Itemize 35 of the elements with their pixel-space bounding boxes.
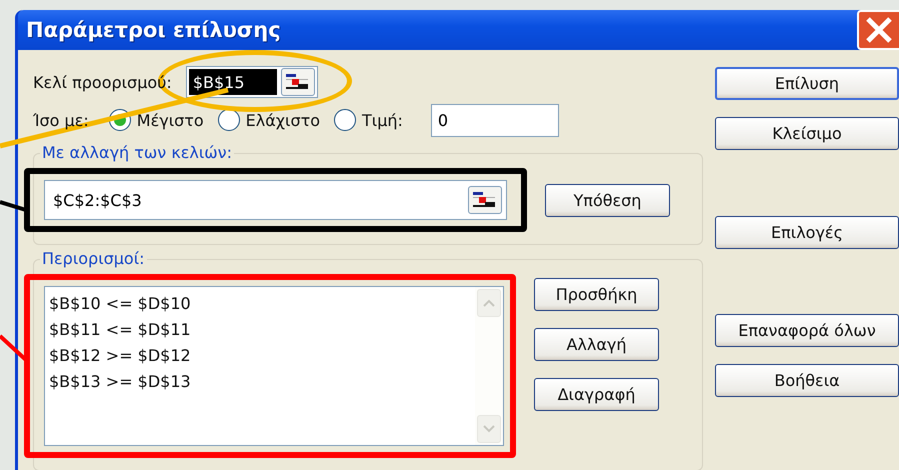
range-select-button[interactable] (280, 68, 315, 96)
equal-to-label: Ίσο με: (33, 110, 89, 130)
constraint-item[interactable]: $B$13 >= $D$13 (49, 369, 475, 395)
group-legend: Περιορισμοί: (40, 249, 147, 268)
close-icon (865, 16, 893, 44)
constraint-item[interactable]: $B$10 <= $D$10 (49, 291, 475, 317)
constraints-list[interactable]: $B$10 <= $D$10 $B$11 <= $D$11 $B$12 >= $D$12 $B$13 >= $D$13 (44, 286, 504, 446)
window-title: Παράμετροι επίλυσης (26, 18, 281, 42)
value-field[interactable]: 0 (430, 104, 559, 136)
guess-button[interactable]: Υπόθεση (545, 184, 670, 216)
group-legend: Με αλλαγή των κελιών: (40, 143, 234, 162)
scrollbar[interactable] (475, 287, 503, 445)
dialog-button[interactable]: Επαναφορά όλων (715, 314, 899, 347)
dialog-button[interactable]: Επίλυση (715, 67, 899, 100)
target-cell-input[interactable]: $B$15 (188, 69, 277, 95)
close-button[interactable] (857, 10, 899, 50)
radio-label: Ελάχιστο (246, 110, 320, 130)
changing-cells-input[interactable]: $C$2:$C$3 (51, 190, 451, 210)
dialog-button[interactable]: Βοήθεια (715, 364, 899, 397)
radio-label: Τιμή: (362, 110, 403, 130)
dialog-button[interactable]: Επιλογές (715, 216, 899, 249)
constraint-item[interactable]: $B$11 <= $D$11 (49, 317, 475, 343)
radio-label: Μέγιστο (136, 110, 204, 130)
constraint-button[interactable]: Διαγραφή (534, 378, 659, 411)
constraint-button[interactable]: Προσθήκη (534, 278, 659, 311)
target-cell-field[interactable]: $B$15 (186, 66, 318, 98)
range-select-button[interactable] (468, 186, 502, 214)
constraint-item[interactable]: $B$12 >= $D$12 (49, 343, 475, 369)
changing-cells-field[interactable]: $C$2:$C$3 (44, 180, 507, 220)
constraint-button[interactable]: Αλλαγή (534, 328, 659, 361)
range-select-icon (473, 192, 497, 208)
range-select-icon (286, 74, 310, 90)
dialog-button[interactable]: Κλείσιμο (715, 117, 899, 150)
radio-button[interactable] (334, 109, 356, 131)
radio-button[interactable] (218, 109, 240, 131)
